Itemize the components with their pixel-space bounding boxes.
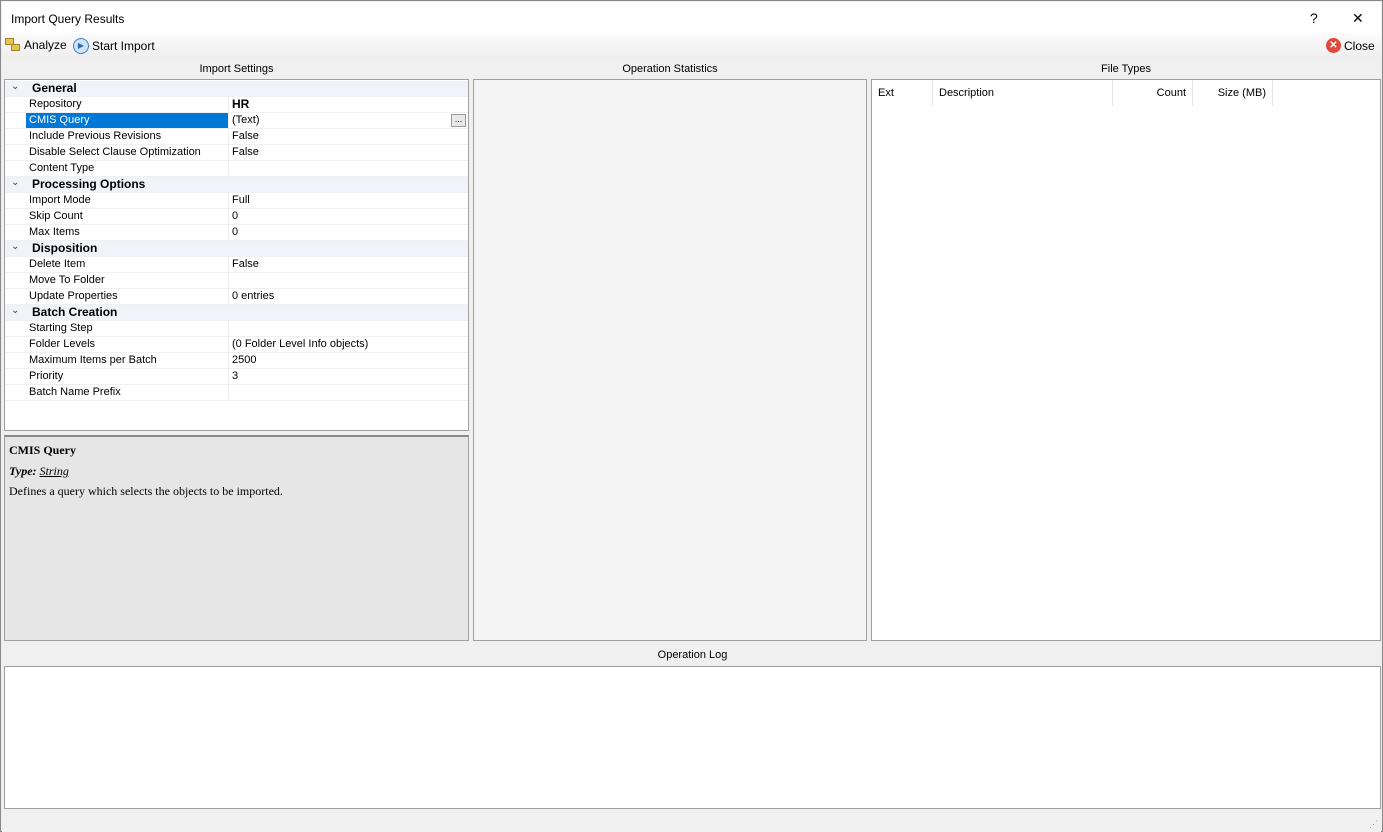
description-title: CMIS Query (9, 443, 76, 457)
window-title: Import Query Results (11, 12, 125, 26)
resize-grip-icon[interactable]: ⋰ (1369, 819, 1378, 830)
property-name: CMIS Query (26, 113, 228, 128)
window-close-button[interactable]: ✕ (1352, 10, 1364, 27)
category-processing-options[interactable]: ⌄ Processing Options (5, 177, 468, 193)
operation-log-header: Operation Log (657, 649, 728, 661)
property-value[interactable]: 3 (228, 369, 468, 384)
property-name: Folder Levels (29, 338, 96, 350)
property-row[interactable]: Include Previous Revisions False (5, 129, 468, 145)
property-name: Move To Folder (29, 274, 105, 286)
column-size[interactable]: Size (MB) (1193, 80, 1273, 106)
property-name: Content Type (29, 162, 95, 174)
property-value[interactable]: 2500 (228, 353, 468, 368)
property-name: Import Mode (29, 194, 91, 206)
chevron-down-icon[interactable]: ⌄ (11, 177, 19, 188)
property-row[interactable]: Repository HR (5, 97, 468, 113)
chevron-down-icon[interactable]: ⌄ (11, 241, 19, 252)
property-name: Skip Count (29, 210, 83, 222)
property-value[interactable]: 0 (228, 209, 468, 224)
start-import-label: Start Import (92, 39, 155, 53)
property-row[interactable]: Skip Count 0 (5, 209, 468, 225)
import-settings-header: Import Settings (199, 63, 274, 75)
file-types-header: File Types (1101, 63, 1151, 75)
category-label: Processing Options (32, 177, 146, 191)
property-name: Max Items (29, 226, 80, 238)
title-bar: Import Query Results ? ✕ (2, 2, 1381, 34)
property-row[interactable]: Disable Select Clause Optimization False (5, 145, 468, 161)
category-label: Disposition (32, 241, 98, 255)
property-value[interactable]: Full (228, 193, 468, 208)
category-label: General (32, 81, 77, 95)
operation-statistics-panel (473, 79, 867, 641)
property-name: Priority (29, 370, 64, 382)
property-row[interactable]: Folder Levels (0 Folder Level Info object… (5, 337, 468, 353)
property-name: Repository (29, 98, 82, 110)
property-name: Batch Name Prefix (29, 386, 121, 398)
property-value[interactable]: (0 Folder Level Info objects) (228, 337, 468, 352)
property-row[interactable]: Max Items 0 (5, 225, 468, 241)
ellipsis-button[interactable]: ... (451, 114, 466, 127)
property-row[interactable]: Update Properties 0 entries (5, 289, 468, 305)
file-types-table: Ext Description Count Size (MB) (871, 79, 1381, 641)
column-count[interactable]: Count (1113, 80, 1193, 106)
property-row[interactable]: Import Mode Full (5, 193, 468, 209)
property-value[interactable] (228, 385, 468, 400)
property-value[interactable] (228, 161, 468, 176)
category-general[interactable]: ⌄ General (5, 81, 468, 97)
property-row[interactable]: Delete Item False (5, 257, 468, 273)
property-value[interactable]: 0 entries (228, 289, 468, 304)
status-bar: ⋰ (2, 810, 1381, 832)
toolbar: Analyze ▶ Start Import ✕ Close (2, 34, 1381, 59)
property-value[interactable] (228, 273, 468, 288)
property-name: Starting Step (29, 322, 93, 334)
description-text: Defines a query which selects the object… (9, 484, 283, 498)
property-row[interactable]: CMIS Query (Text)... (5, 113, 468, 129)
operation-log[interactable] (4, 666, 1381, 809)
property-row[interactable]: Starting Step (5, 321, 468, 337)
analyze-label: Analyze (24, 38, 67, 52)
import-query-results-window: Import Query Results ? ✕ Analyze ▶ Start… (0, 0, 1383, 832)
property-name: Update Properties (29, 290, 118, 302)
property-value[interactable]: HR (228, 97, 468, 112)
property-name: Maximum Items per Batch (29, 354, 157, 366)
property-value[interactable]: False (228, 257, 468, 272)
type-label: Type: (9, 464, 37, 478)
category-batch-creation[interactable]: ⌄ Batch Creation (5, 305, 468, 321)
column-ext[interactable]: Ext (872, 80, 933, 106)
category-disposition[interactable]: ⌄ Disposition (5, 241, 468, 257)
property-row[interactable]: Content Type (5, 161, 468, 177)
folder-tree-icon (5, 38, 21, 52)
property-name: Disable Select Clause Optimization (29, 146, 201, 158)
start-import-button[interactable]: ▶ Start Import (73, 38, 155, 54)
analyze-button[interactable]: Analyze (5, 38, 67, 52)
property-name: Include Previous Revisions (29, 130, 162, 142)
type-link[interactable]: String (40, 464, 69, 478)
property-value[interactable]: (Text) (228, 113, 468, 128)
property-row[interactable]: Move To Folder (5, 273, 468, 289)
close-button[interactable]: ✕ Close (1326, 38, 1375, 53)
operation-statistics-header: Operation Statistics (622, 63, 718, 75)
help-button[interactable]: ? (1310, 10, 1318, 26)
property-row[interactable]: Priority 3 (5, 369, 468, 385)
category-label: Batch Creation (32, 305, 118, 319)
column-description[interactable]: Description (933, 80, 1113, 106)
property-value[interactable]: 0 (228, 225, 468, 240)
property-value[interactable] (228, 321, 468, 336)
property-description: CMIS Query Type: String Defines a query … (4, 435, 469, 641)
property-value[interactable]: False (228, 145, 468, 160)
close-circle-icon: ✕ (1326, 38, 1341, 53)
property-grid[interactable]: ⌄ General Repository HR CMIS Query (Text)... I… (4, 79, 469, 431)
chevron-down-icon[interactable]: ⌄ (11, 305, 19, 316)
chevron-down-icon[interactable]: ⌄ (11, 81, 19, 92)
property-row[interactable]: Batch Name Prefix (5, 385, 468, 401)
play-icon: ▶ (73, 38, 89, 54)
property-value[interactable]: False (228, 129, 468, 144)
property-name: Delete Item (29, 258, 86, 270)
close-label: Close (1344, 38, 1375, 53)
property-row[interactable]: Maximum Items per Batch 2500 (5, 353, 468, 369)
